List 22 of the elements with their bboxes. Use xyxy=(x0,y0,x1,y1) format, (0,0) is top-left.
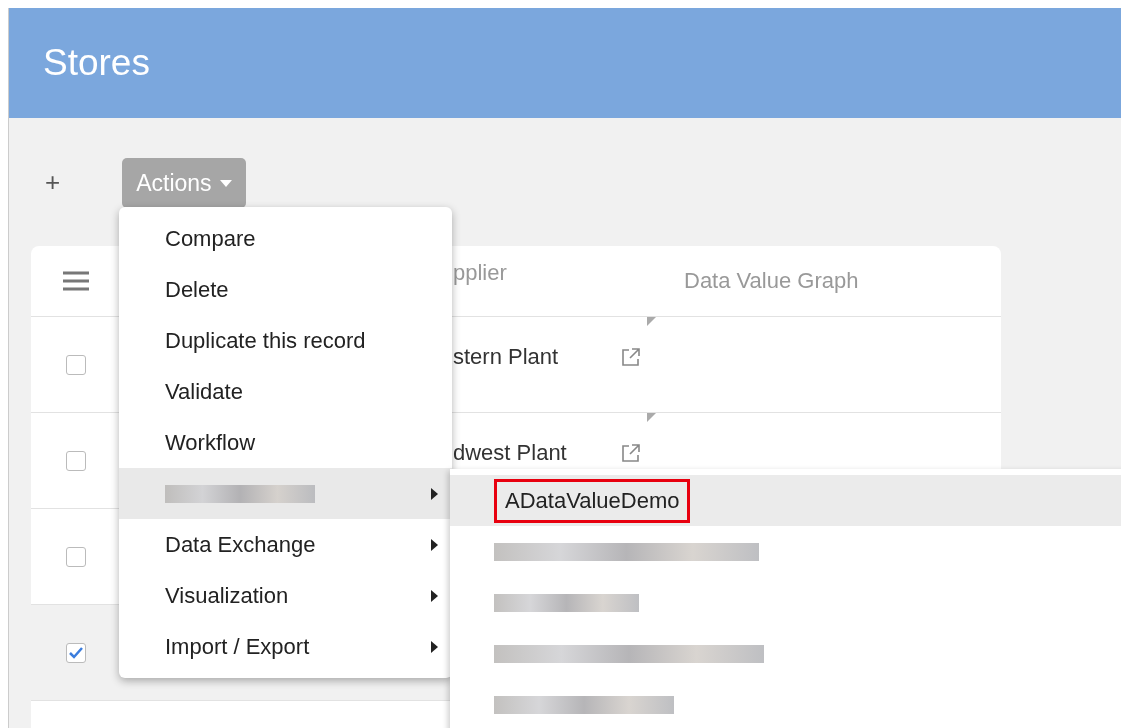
menu-item[interactable]: Workflow xyxy=(119,417,452,468)
menu-item[interactable]: Import / Export xyxy=(119,621,452,672)
add-button[interactable]: + xyxy=(33,166,73,198)
external-link-icon[interactable] xyxy=(621,442,641,463)
menu-item[interactable]: Visualization xyxy=(119,570,452,621)
row-checkbox[interactable] xyxy=(66,450,86,471)
menu-item[interactable]: ADataValueDemo xyxy=(450,475,1121,526)
menu-item[interactable]: Duplicate this record xyxy=(119,315,452,366)
menu-item[interactable]: Data Exchange xyxy=(119,519,452,570)
table-cell-text: stern Plant xyxy=(453,343,560,370)
menu-item[interactable]: Delete xyxy=(119,264,452,315)
row-checkbox[interactable] xyxy=(66,354,86,375)
highlight-frame: ADataValueDemo xyxy=(494,478,691,523)
menu-item[interactable]: Compare xyxy=(119,213,452,264)
table-cell-text: dwest Plant xyxy=(453,439,568,466)
external-link-icon[interactable] xyxy=(621,346,641,367)
page-title: Stores xyxy=(43,42,150,84)
menu-icon[interactable] xyxy=(63,271,89,291)
caret-icon xyxy=(219,179,232,187)
row-checkbox[interactable] xyxy=(66,546,86,567)
menu-item[interactable] xyxy=(119,468,452,519)
row-checkbox[interactable] xyxy=(66,642,86,663)
